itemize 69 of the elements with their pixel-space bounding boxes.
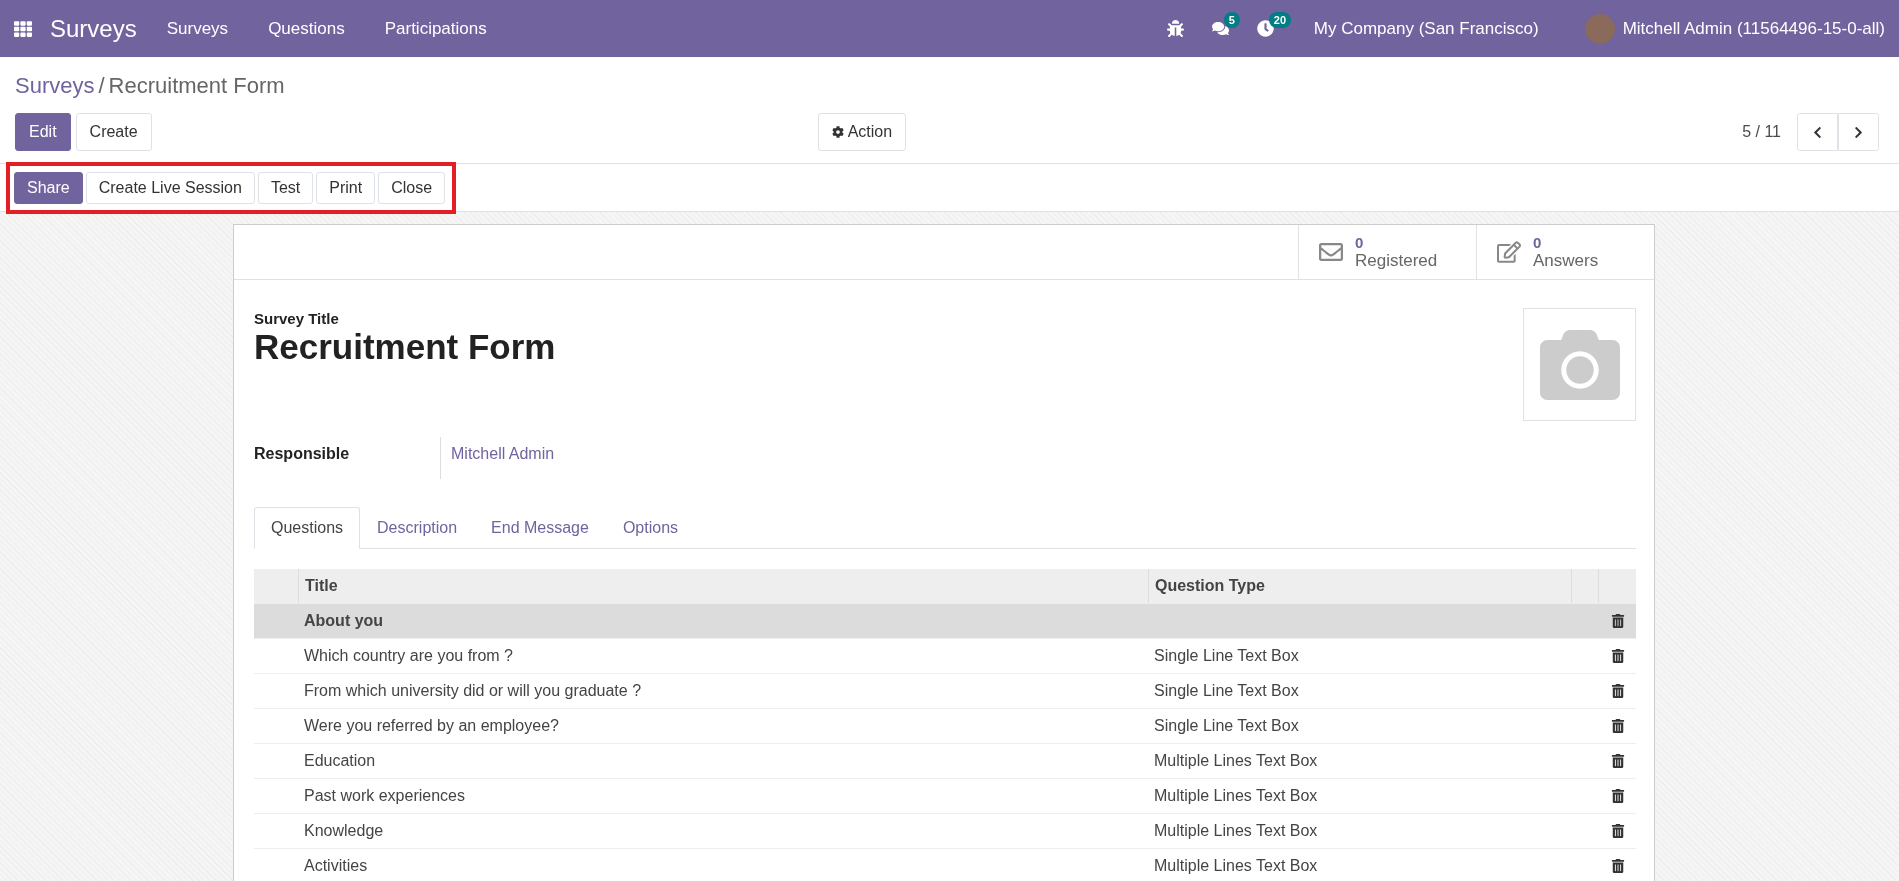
edit-icon [1497,240,1521,264]
form-button[interactable]: Edit [15,113,71,151]
envelope-icon [1319,240,1343,264]
header-button[interactable]: Share [14,171,83,204]
pager-value: 5 / 11 [1742,123,1781,141]
stat-value: 0 [1355,234,1365,252]
header-button[interactable]: Print [316,171,376,204]
tab[interactable]: Options [605,507,696,549]
field-label: Responsible [254,444,351,464]
table-cell-text: Single Line Text Box [1153,717,1300,735]
table-cell-text: Were you referred by an employee? [303,717,560,735]
table-cell-text: Past work experiences [303,787,466,805]
table-cell-text: Multiple Lines Text Box [1153,822,1319,840]
delete-icon[interactable] [1610,789,1625,803]
delete-icon[interactable] [1610,859,1625,873]
stat-value: 0 [1533,234,1543,252]
table-cell-text: Knowledge [303,822,385,840]
stat-label: Registered [1355,252,1438,270]
table-cell-text: About you [303,612,385,630]
header-button[interactable]: Close [378,171,446,204]
header-button[interactable]: Create Live Session [85,171,255,204]
app-name[interactable]: Surveys [50,14,137,43]
menu-item[interactable]: Questions [268,18,345,39]
table-cell-text: From which university did or will you graduate ? [303,682,643,700]
table-cell-text: Multiple Lines Text Box [1153,752,1319,770]
stat-button[interactable]: 0 Answers [1476,225,1654,279]
table-cell-text: Which country are you from ? [303,647,514,665]
breadcrumb-link[interactable]: Surveys [15,73,95,99]
table-cell-text: Education [303,752,377,770]
section-row[interactable]: About you [254,604,1636,639]
table-cell-text: Single Line Text Box [1153,647,1300,665]
table-cell-text: Single Line Text Box [1153,682,1300,700]
chevron-right-icon [1852,125,1865,139]
table-cell-text: Multiple Lines Text Box [1153,857,1319,875]
bug-icon[interactable] [1166,20,1184,37]
company-switcher[interactable]: My Company (San Francisco) [1313,18,1539,39]
gear-icon [831,126,844,138]
message-count-badge: 5 [1223,12,1240,28]
field-value[interactable]: Mitchell Admin [440,437,565,479]
apps-menu-icon[interactable] [14,19,32,38]
menu-item[interactable]: Surveys [166,18,229,39]
tab[interactable]: End Message [474,507,606,549]
header-button[interactable]: Test [257,171,314,204]
tab[interactable]: Questions [254,507,361,549]
survey-title: Recruitment Form [254,327,556,367]
table-cell-text: Activities [303,857,369,875]
stat-label: Answers [1533,252,1599,270]
delete-icon[interactable] [1610,719,1625,733]
activity-count-badge: 20 [1268,12,1292,28]
table-cell-text: Multiple Lines Text Box [1153,787,1319,805]
stat-button[interactable]: 0 Registered [1298,225,1476,279]
user-menu[interactable]: Mitchell Admin (11564496-15-0-all) [1622,18,1885,39]
chevron-left-icon [1811,125,1824,139]
menu-item[interactable]: Participations [384,18,487,39]
delete-icon[interactable] [1610,614,1625,628]
breadcrumb-current: Recruitment Form [108,73,285,99]
delete-icon[interactable] [1610,754,1625,768]
clock-icon[interactable] [1256,20,1274,37]
column-header[interactable]: Question Type [1148,569,1571,603]
delete-icon[interactable] [1610,684,1625,698]
delete-icon[interactable] [1610,649,1625,663]
action-button[interactable]: Action [817,113,907,151]
form-button[interactable]: Create [75,113,152,151]
delete-icon[interactable] [1610,824,1625,838]
breadcrumb-separator: / [98,73,105,99]
column-header[interactable]: Title [298,569,1148,603]
chat-icon[interactable] [1211,20,1229,37]
tab[interactable]: Description [360,507,475,549]
field-label: Survey Title [254,310,340,327]
